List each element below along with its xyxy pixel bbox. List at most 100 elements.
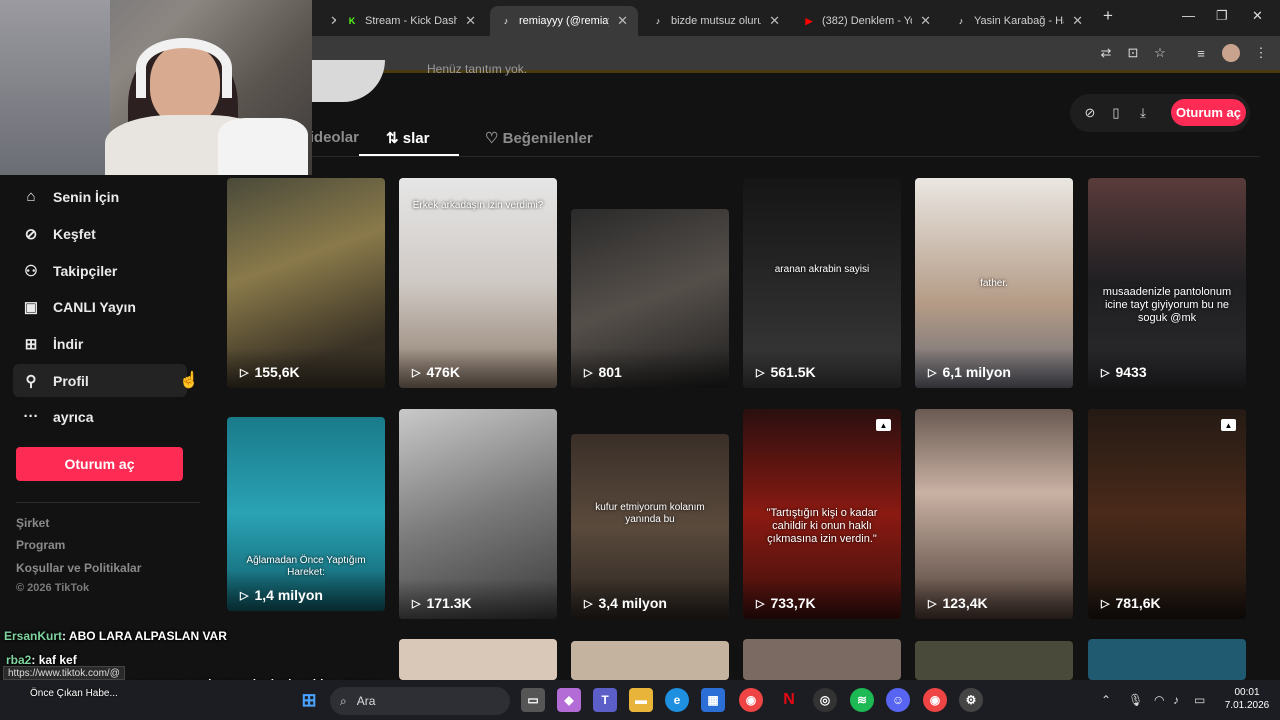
video-card[interactable]: ▷ 801 [571,209,729,388]
browser-tab[interactable]: ♪ bizde mutsuz oluruz ✕ [642,6,790,36]
tab-close-icon[interactable]: ✕ [769,13,780,29]
video-card[interactable]: ▷ 171.3K [399,409,557,619]
tab-favicon-icon: ♪ [958,16,964,26]
chat-text: : kaf kef [31,653,77,667]
view-count: ▷ 561.5K [756,364,816,380]
phone-icon[interactable]: ▯ [1107,104,1125,122]
video-card[interactable]: ▷ 123,4K [915,409,1073,619]
sidebar-item[interactable]: ⚲ Profil [13,364,187,397]
video-card[interactable]: ▷ 155,6K [227,178,385,388]
browser-tab[interactable]: ▶ (382) Denklem - You ✕ [793,6,941,36]
video-card-peek[interactable] [399,639,557,680]
play-icon: ▷ [1101,597,1110,610]
video-card-peek[interactable] [1088,639,1246,680]
webcam-overlay [0,0,312,175]
chrome-icon[interactable]: ◉ [739,688,763,712]
view-count-value: 6,1 milyon [942,364,1011,380]
tab-close-icon[interactable]: ✕ [920,13,931,29]
tab-close-icon[interactable]: ✕ [330,13,336,29]
video-card[interactable]: father. ▷ 6,1 milyon [915,178,1073,388]
edge-icon[interactable]: e [665,688,689,712]
translate-icon[interactable]: ⇄ [1097,44,1115,62]
view-count: ▷ 781,6K [1101,595,1161,611]
view-count-value: 561.5K [770,364,816,380]
chat-text: : ABO LARA ALPASLAN VAR [62,629,227,643]
sidebar-item[interactable]: ⊞ İndir [13,327,187,360]
volume-icon[interactable]: ♪ [1173,693,1179,707]
clock-time: 00:01 [1234,687,1260,698]
reading-list-icon[interactable]: ≡ [1192,44,1210,62]
taskbar-search[interactable]: ⌕ Ara [330,687,510,715]
view-count: ▷ 801 [584,364,622,380]
login-button-top[interactable]: Oturum aç [1171,99,1246,126]
close-window-button[interactable]: ✕ [1252,8,1263,24]
sidebar-item[interactable]: ⊘ Keşfet [13,217,187,250]
tab-close-icon[interactable]: ✕ [465,13,476,29]
view-count-value: 476K [426,364,460,380]
video-card[interactable]: Ağlamadan Önce Yaptığım Hareket:▷1,4 mil… [227,417,385,611]
view-count: ▷ 155,6K [240,364,300,380]
store-icon[interactable]: ▦ [701,688,725,712]
footer-link-program[interactable]: Program [16,538,65,552]
obs-icon[interactable]: ◎ [813,688,837,712]
task-view-icon[interactable]: ▭ [521,688,545,712]
bookmark-star-icon[interactable]: ☆ [1151,44,1169,62]
chrome-active-icon[interactable]: ◉ [923,688,947,712]
video-card[interactable]: ▲ ▷ 781,6K [1088,409,1246,619]
tab-reposts[interactable]: ⇅ slar [386,129,429,147]
browser-tab[interactable]: ✕ [312,6,336,36]
minimize-button[interactable]: — [1182,8,1195,23]
browser-tab[interactable]: K Stream - Kick Dashbo ✕ [336,6,486,36]
sidebar-item[interactable]: ⌂ Senin İçin [13,180,187,213]
view-count: ▷ 1,4 milyon [240,587,323,603]
maximize-button[interactable]: ❐ [1216,8,1228,24]
discord-icon[interactable]: ☺ [886,688,910,712]
tab-close-icon[interactable]: ✕ [1072,13,1083,29]
file-explorer-icon[interactable]: ▬ [629,688,653,712]
compass-icon[interactable]: ⊘ [1081,104,1099,122]
tab-liked[interactable]: ♡ Beğenilenler [485,129,593,147]
tray-chevron-icon[interactable]: ⌃ [1101,693,1111,707]
sidebar-item[interactable]: ▣ CANLI Yayın [13,290,187,323]
microphone-icon[interactable]: 🎙 [1128,693,1143,707]
play-icon: ▷ [240,589,249,602]
browser-menu-icon[interactable]: ⋮ [1252,44,1270,62]
tab-close-icon[interactable]: ✕ [617,13,628,29]
settings-icon[interactable]: ⚙ [959,688,983,712]
new-tab-button[interactable]: + [1103,6,1113,26]
footer-link-terms[interactable]: Koşullar ve Politikalar [16,561,141,575]
copyright: © 2026 TikTok [16,582,90,594]
install-app-icon[interactable]: ⊡ [1124,44,1142,62]
video-card[interactable]: Erkek arkadaşın izin verdimi? ▷ 476K [399,178,557,388]
play-icon: ▷ [584,597,593,610]
video-card-peek[interactable] [915,641,1073,680]
download-icon[interactable]: ⤓ [1134,104,1152,122]
heart-icon: ♡ [485,130,503,147]
netflix-icon[interactable]: N [777,688,801,712]
login-button-sidebar[interactable]: Oturum aç [16,447,183,481]
link-preview-tooltip: https://www.tiktok.com/@ [3,666,125,680]
footer-link-company[interactable]: Şirket [16,516,49,530]
clock-date: 7.01.2026 [1224,700,1270,711]
taskbar-clock[interactable]: 00:01 7.01.2026 [1222,686,1272,712]
video-card[interactable]: kufur etmiyorum kolanım yanında bu ▷ 3,4 m… [571,434,729,619]
video-card[interactable]: aranan akrabin sayisi ▷ 561.5K [743,178,901,388]
copilot-icon[interactable]: ◆ [557,688,581,712]
video-card-peek[interactable] [743,639,901,680]
teams-icon[interactable]: T [593,688,617,712]
video-card[interactable]: "Tartıştığın kişi o kadar cahildir ki on… [743,409,901,619]
windows-start-icon[interactable]: ⊞ [297,688,321,712]
video-card-peek[interactable] [571,641,729,680]
browser-tab[interactable]: ♪ remiayyy (@remiayyy ✕ [490,6,638,36]
view-count-value: 123,4K [942,595,988,611]
wifi-icon[interactable]: ◠ [1154,693,1164,707]
battery-icon[interactable]: ▭ [1194,693,1205,707]
browser-tab[interactable]: ♪ Yasin Karabağ - Haya ✕ [945,6,1093,36]
play-icon: ▷ [1101,366,1110,379]
video-card[interactable]: musaadenizle pantolonum icine tayt giyiy… [1088,178,1246,388]
profile-avatar-icon[interactable] [1222,44,1240,62]
sidebar-item[interactable]: ··· ayrıca [13,400,187,433]
spotify-icon[interactable]: ≋ [850,688,874,712]
sidebar-item[interactable]: ⚇ Takipçiler [13,254,187,287]
profile-bio: Henüz tanıtım yok. [427,62,528,76]
